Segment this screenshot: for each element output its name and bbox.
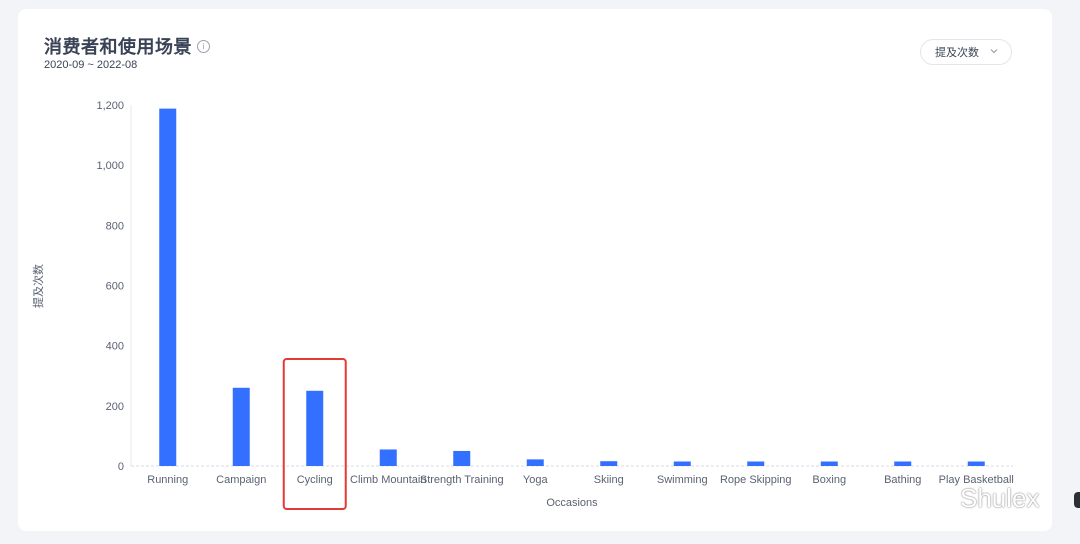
y-tick-label: 400 — [106, 341, 124, 353]
y-tick-label: 800 — [106, 220, 124, 232]
bar — [747, 461, 765, 466]
x-tick-label: Cycling — [297, 474, 333, 486]
bar — [379, 449, 397, 466]
x-tick-label: Strength Training — [420, 474, 504, 486]
bar — [232, 387, 250, 466]
x-axis-label: Occasions — [546, 497, 598, 509]
x-tick-label: Yoga — [523, 474, 549, 486]
x-tick-label: Running — [147, 474, 188, 486]
x-tick-label: Bathing — [884, 474, 921, 486]
bar — [967, 461, 985, 466]
bar — [894, 461, 912, 466]
bar — [453, 450, 471, 466]
x-tick-label: Skiing — [594, 474, 624, 486]
y-tick-label: 0 — [118, 461, 124, 473]
watermark-text: Shulex — [960, 483, 1040, 513]
x-tick-label: Campaign — [216, 474, 266, 486]
bar — [673, 461, 691, 466]
y-tick-label: 200 — [106, 401, 124, 413]
bar — [820, 461, 838, 466]
edge-avatar — [1074, 492, 1080, 508]
bar-chart: 0 200 400 600 800 1,000 1,200 提及次数 Running Campai… — [31, 100, 1014, 510]
y-axis-label: 提及次数 — [31, 264, 45, 308]
x-tick-label: Swimming — [657, 474, 708, 486]
x-tick-label: Boxing — [812, 474, 846, 486]
y-tick-label: 1,200 — [96, 100, 124, 112]
y-tick-label: 1,000 — [96, 160, 124, 172]
bar — [159, 108, 177, 467]
y-tick-label: 600 — [106, 281, 124, 293]
x-tick-label: Rope Skipping — [720, 474, 792, 486]
watermark: Shulex — [920, 483, 1040, 514]
wechat-icon — [921, 485, 952, 510]
bar — [526, 459, 544, 466]
bar — [306, 390, 324, 466]
x-tick-label: Climb Mountain — [350, 474, 426, 486]
bar — [600, 461, 618, 466]
